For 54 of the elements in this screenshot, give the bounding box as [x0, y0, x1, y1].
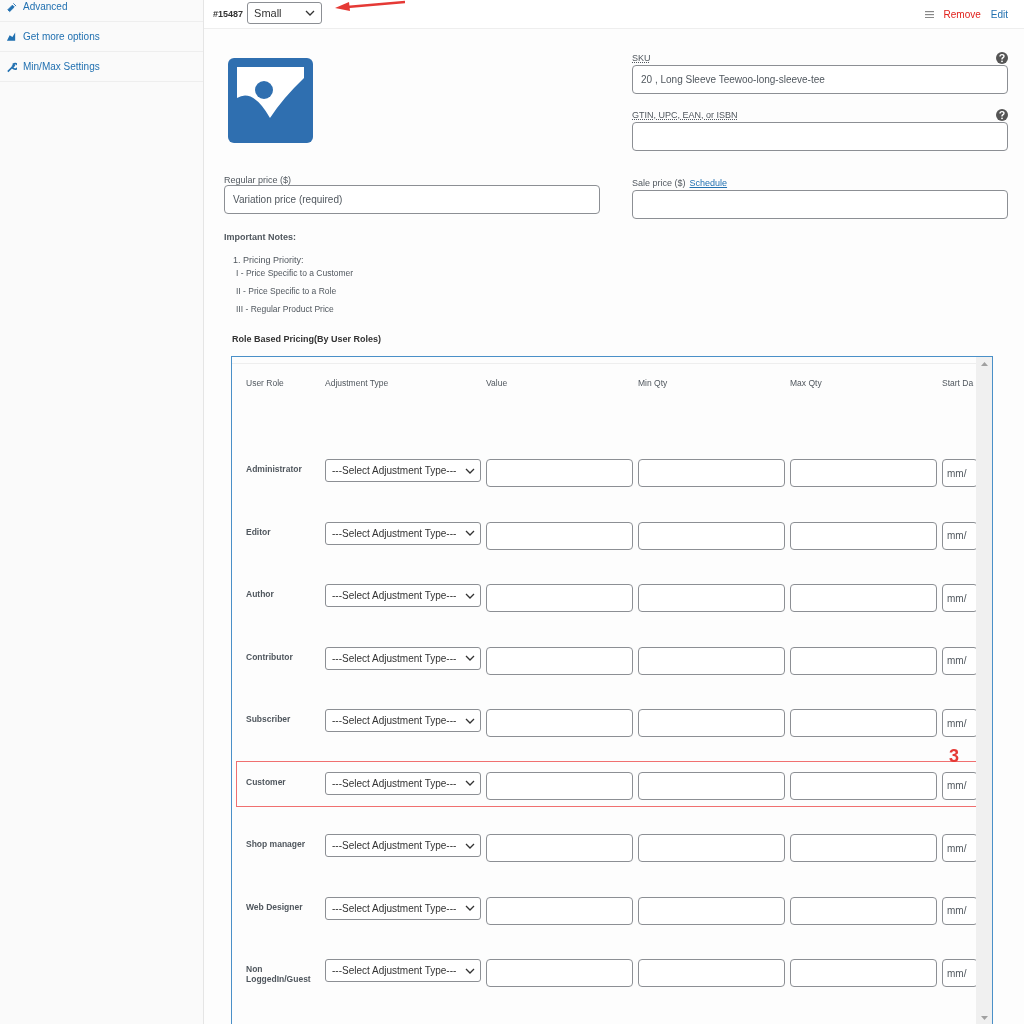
date-field[interactable]: mm/	[942, 709, 976, 737]
date-field[interactable]: mm/	[942, 459, 976, 487]
annotation-number: 3	[949, 746, 959, 767]
adjustment-type-select[interactable]: ---Select Adjustment Type---	[325, 771, 481, 795]
date-field[interactable]: mm/	[942, 584, 976, 612]
note-text: III - Regular Product Price	[236, 304, 335, 314]
field-label: GTIN, UPC, EAN, or ISBN	[632, 109, 738, 120]
adjustment-type-select[interactable]: ---Select Adjustment Type---	[325, 459, 481, 482]
field-label: Sale price ($)	[632, 177, 686, 188]
note-text: II - Price Specific to a Role	[236, 286, 338, 296]
adjustment-type-select[interactable]: ---Select Adjustment Type---	[325, 834, 481, 857]
role-label: Subscriber	[246, 713, 292, 724]
notes-subheading: 1. Pricing Priority:	[233, 255, 305, 265]
regular-price-field[interactable]: Variation price (required)	[224, 185, 600, 214]
role-label: Editor	[246, 525, 272, 537]
role-label: Contributor	[246, 650, 294, 662]
notes-heading: Important Notes:	[224, 232, 297, 242]
date-field[interactable]: mm/	[942, 896, 976, 925]
field-label: SKU	[632, 52, 651, 63]
column-header: Min Qty	[638, 378, 669, 388]
edit-link[interactable]: Edit	[990, 8, 1008, 20]
remove-link[interactable]: Remove	[943, 8, 981, 20]
adjustment-type-select[interactable]: ---Select Adjustment Type---	[325, 709, 481, 732]
note-text: I - Price Specific to a Customer	[236, 268, 355, 278]
column-header: User Role	[246, 378, 285, 388]
adjustment-type-select[interactable]: ---Select Adjustment Type---	[325, 521, 481, 545]
adjustment-type-select[interactable]: ---Select Adjustment Type---	[325, 646, 481, 670]
role-label: Administrator	[246, 463, 303, 474]
column-header: Max Qty	[790, 378, 823, 388]
role-label: Author	[246, 588, 275, 599]
date-field[interactable]: mm/	[942, 959, 976, 987]
sku-field[interactable]: 20 , Long Sleeve Teewoo-long-sleeve-tee	[632, 65, 1008, 94]
date-field[interactable]: mm/	[942, 521, 976, 550]
section-title: Role Based Pricing(By User Roles)	[232, 334, 383, 344]
sidebar-item[interactable]: Min/Max Settings	[0, 52, 203, 82]
sidebar-item[interactable]: Advanced	[0, 0, 203, 22]
date-field[interactable]: mm/	[942, 834, 976, 862]
sidebar-item[interactable]: Get more options	[0, 22, 203, 52]
column-header: Start Da	[942, 378, 975, 388]
role-label: Customer	[246, 775, 287, 787]
role-label: Web Designer	[246, 900, 304, 912]
date-field[interactable]: mm/	[942, 646, 976, 675]
schedule-link[interactable]: Schedule	[689, 177, 728, 188]
role-label: Shop manager	[246, 838, 307, 849]
column-header: Value	[486, 378, 509, 388]
adjustment-type-select[interactable]: ---Select Adjustment Type---	[325, 959, 481, 982]
role-label: Non LoggedIn/Guest	[246, 963, 312, 984]
variation-id: #15487	[213, 9, 244, 19]
adjustment-type-select[interactable]: ---Select Adjustment Type---	[325, 584, 481, 607]
field-label: Regular price ($)	[224, 175, 293, 185]
date-field[interactable]: mm/	[942, 771, 976, 800]
attribute-select[interactable]: Small	[247, 2, 323, 24]
column-header: Adjustment Type	[325, 378, 390, 388]
adjustment-type-select[interactable]: ---Select Adjustment Type---	[325, 896, 481, 920]
